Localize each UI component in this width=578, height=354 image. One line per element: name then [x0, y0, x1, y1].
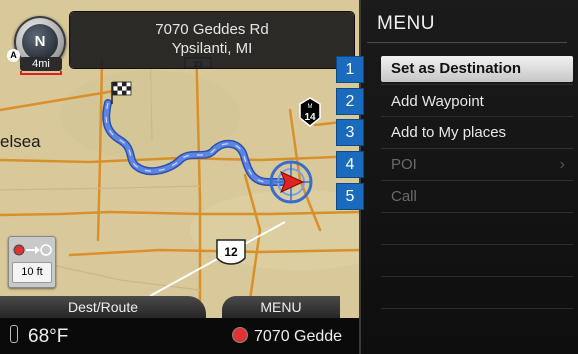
- menu-divider: [381, 84, 573, 85]
- map-place-label: elsea: [0, 132, 41, 151]
- menu-panel: MENU Set as Destination Add Waypoint Add…: [359, 0, 578, 354]
- menu-divider: [381, 212, 573, 213]
- callout-number-4: 4: [337, 152, 363, 177]
- address-header: 7070 Geddes Rd Ypsilanti, MI: [70, 12, 354, 68]
- svg-text:12: 12: [224, 245, 238, 259]
- auto-zoom-badge: A: [7, 49, 20, 62]
- menu-item-add-waypoint[interactable]: Add Waypoint: [381, 89, 573, 115]
- menu-item-add-to-my-places[interactable]: Add to My places: [381, 120, 573, 146]
- status-destination-text: 7070 Gedde: [254, 328, 343, 345]
- highway-shield-us12: 12: [216, 239, 246, 265]
- menu-item-set-as-destination[interactable]: Set as Destination: [381, 56, 573, 82]
- menu-item-poi[interactable]: POI ›: [381, 152, 573, 178]
- map-scale-bar: [20, 71, 62, 75]
- menu-title: MENU: [377, 13, 435, 34]
- address-city: Ypsilanti, MI: [171, 40, 253, 57]
- svg-text:M: M: [308, 104, 313, 110]
- status-destination: 7070 Gedde: [232, 327, 342, 346]
- map-scale-button[interactable]: 10 ft: [8, 236, 56, 288]
- nav-indicator-icon: [232, 327, 248, 343]
- menu-divider: [381, 148, 573, 149]
- vehicle-arrow-icon: [269, 160, 313, 204]
- compass-north-label: N: [34, 33, 46, 50]
- menu-divider: [381, 308, 573, 309]
- address-street: 7070 Geddes Rd: [155, 21, 269, 38]
- menu-divider: [381, 276, 573, 277]
- dest-route-button[interactable]: Dest/Route: [0, 296, 206, 318]
- nav-screen: 14 M 12 23: [0, 0, 578, 354]
- menu-item-call[interactable]: Call: [381, 184, 573, 210]
- callout-number-1: 1: [337, 57, 363, 82]
- menu-divider: [367, 42, 567, 43]
- chevron-right-icon: ›: [559, 156, 565, 173]
- map-scale-label: 4mi: [20, 57, 62, 71]
- zoom-mode-icon: [13, 244, 52, 256]
- callout-number-3: 3: [337, 120, 363, 145]
- menu-divider: [381, 116, 573, 117]
- zoom-distance-label: 10 ft: [12, 262, 52, 283]
- temperature-display: 68°F: [10, 325, 68, 348]
- thermometer-icon: [10, 325, 18, 343]
- svg-text:14: 14: [304, 112, 316, 123]
- menu-item-poi-label: POI: [391, 156, 417, 173]
- callout-number-2: 2: [337, 89, 363, 114]
- menu-divider: [381, 180, 573, 181]
- callout-number-5: 5: [337, 184, 363, 209]
- temperature-value: 68°F: [28, 326, 69, 347]
- menu-divider: [381, 244, 573, 245]
- menu-button[interactable]: MENU: [222, 296, 340, 318]
